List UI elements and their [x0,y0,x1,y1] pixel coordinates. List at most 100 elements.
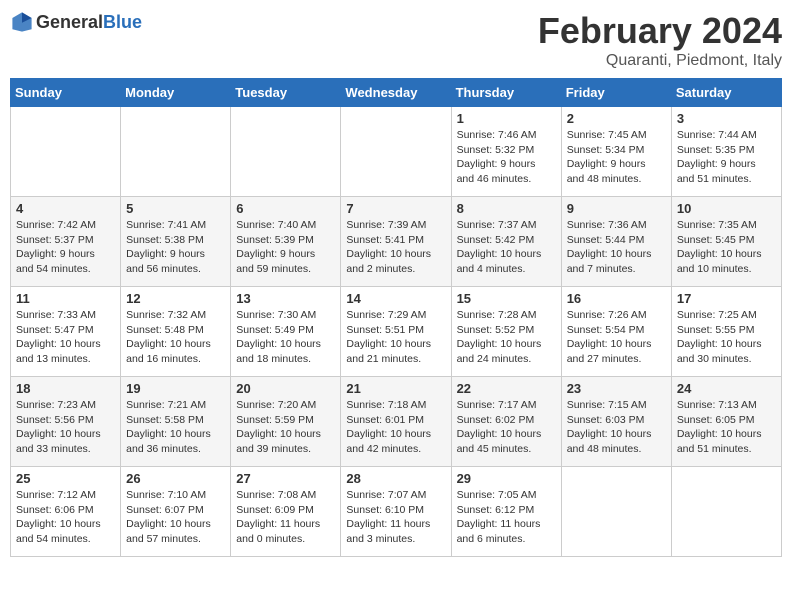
day-number: 25 [16,471,115,486]
calendar-cell: 5 Sunrise: 7:41 AM Sunset: 5:38 PM Daylig… [121,197,231,287]
day-info: Sunrise: 7:10 AM Sunset: 6:07 PM Dayligh… [126,488,225,547]
calendar-cell: 15 Sunrise: 7:28 AM Sunset: 5:52 PM Dayli… [451,287,561,377]
day-number: 24 [677,381,776,396]
day-number: 10 [677,201,776,216]
day-number: 19 [126,381,225,396]
calendar-cell: 25 Sunrise: 7:12 AM Sunset: 6:06 PM Dayli… [11,467,121,557]
calendar-cell: 8Sunrise: 7:37 AM Sunset: 5:42 PM Daylig… [451,197,561,287]
day-info: Sunrise: 7:05 AM Sunset: 6:12 PM Dayligh… [457,488,556,547]
day-number: 17 [677,291,776,306]
day-number: 13 [236,291,335,306]
day-number: 20 [236,381,335,396]
col-header-sunday: Sunday [11,79,121,107]
col-header-monday: Monday [121,79,231,107]
calendar-cell: 18 Sunrise: 7:23 AM Sunset: 5:56 PM Dayli… [11,377,121,467]
logo: GeneralBlue [10,10,142,34]
day-info: Sunrise: 7:44 AM Sunset: 5:35 PM Dayligh… [677,128,776,187]
col-header-friday: Friday [561,79,671,107]
col-header-thursday: Thursday [451,79,561,107]
day-number: 29 [457,471,556,486]
day-number: 2 [567,111,666,126]
day-info: Sunrise: 7:46 AM Sunset: 5:32 PM Dayligh… [457,128,556,187]
calendar-header-row: SundayMondayTuesdayWednesdayThursdayFrid… [11,79,782,107]
calendar-cell [231,107,341,197]
page-location: Quaranti, Piedmont, Italy [538,52,782,70]
calendar-cell: 21Sunrise: 7:18 AM Sunset: 6:01 PM Dayli… [341,377,451,467]
day-info: Sunrise: 7:41 AM Sunset: 5:38 PM Dayligh… [126,218,225,277]
logo-icon [10,10,34,34]
day-info: Sunrise: 7:26 AM Sunset: 5:54 PM Dayligh… [567,308,666,367]
day-number: 15 [457,291,556,306]
calendar-cell: 1 Sunrise: 7:46 AM Sunset: 5:32 PM Daylig… [451,107,561,197]
day-number: 5 [126,201,225,216]
day-number: 8 [457,201,556,216]
calendar-cell: 10Sunrise: 7:35 AM Sunset: 5:45 PM Dayli… [671,197,781,287]
calendar-week-row: 18 Sunrise: 7:23 AM Sunset: 5:56 PM Dayli… [11,377,782,467]
calendar-cell: 11 Sunrise: 7:33 AM Sunset: 5:47 PM Dayli… [11,287,121,377]
day-number: 16 [567,291,666,306]
day-info: Sunrise: 7:07 AM Sunset: 6:10 PM Dayligh… [346,488,445,547]
day-number: 22 [457,381,556,396]
calendar-week-row: 4Sunrise: 7:42 AM Sunset: 5:37 PM Daylig… [11,197,782,287]
day-info: Sunrise: 7:13 AM Sunset: 6:05 PM Dayligh… [677,398,776,457]
calendar-cell [121,107,231,197]
day-info: Sunrise: 7:36 AM Sunset: 5:44 PM Dayligh… [567,218,666,277]
day-info: Sunrise: 7:33 AM Sunset: 5:47 PM Dayligh… [16,308,115,367]
day-info: Sunrise: 7:30 AM Sunset: 5:49 PM Dayligh… [236,308,335,367]
day-number: 4 [16,201,115,216]
calendar-cell: 6 Sunrise: 7:40 AM Sunset: 5:39 PM Daylig… [231,197,341,287]
calendar-cell: 7Sunrise: 7:39 AM Sunset: 5:41 PM Daylig… [341,197,451,287]
page-header: GeneralBlue February 2024 Quaranti, Pied… [10,10,782,70]
day-info: Sunrise: 7:32 AM Sunset: 5:48 PM Dayligh… [126,308,225,367]
calendar-cell: 19 Sunrise: 7:21 AM Sunset: 5:58 PM Dayli… [121,377,231,467]
day-info: Sunrise: 7:39 AM Sunset: 5:41 PM Dayligh… [346,218,445,277]
calendar-cell: 23 Sunrise: 7:15 AM Sunset: 6:03 PM Dayli… [561,377,671,467]
day-number: 9 [567,201,666,216]
calendar-cell: 27 Sunrise: 7:08 AM Sunset: 6:09 PM Dayli… [231,467,341,557]
day-number: 21 [346,381,445,396]
day-number: 27 [236,471,335,486]
calendar-cell [561,467,671,557]
day-info: Sunrise: 7:08 AM Sunset: 6:09 PM Dayligh… [236,488,335,547]
calendar-cell: 29 Sunrise: 7:05 AM Sunset: 6:12 PM Dayli… [451,467,561,557]
calendar-cell: 24 Sunrise: 7:13 AM Sunset: 6:05 PM Dayli… [671,377,781,467]
calendar-cell: 12Sunrise: 7:32 AM Sunset: 5:48 PM Dayli… [121,287,231,377]
day-info: Sunrise: 7:12 AM Sunset: 6:06 PM Dayligh… [16,488,115,547]
calendar-cell: 3 Sunrise: 7:44 AM Sunset: 5:35 PM Daylig… [671,107,781,197]
col-header-saturday: Saturday [671,79,781,107]
day-number: 6 [236,201,335,216]
calendar-week-row: 11 Sunrise: 7:33 AM Sunset: 5:47 PM Dayli… [11,287,782,377]
calendar-cell [671,467,781,557]
day-info: Sunrise: 7:21 AM Sunset: 5:58 PM Dayligh… [126,398,225,457]
calendar-cell: 26Sunrise: 7:10 AM Sunset: 6:07 PM Dayli… [121,467,231,557]
calendar-cell: 28 Sunrise: 7:07 AM Sunset: 6:10 PM Dayli… [341,467,451,557]
day-number: 14 [346,291,445,306]
day-info: Sunrise: 7:45 AM Sunset: 5:34 PM Dayligh… [567,128,666,187]
day-info: Sunrise: 7:23 AM Sunset: 5:56 PM Dayligh… [16,398,115,457]
logo-general: General [36,12,103,32]
day-number: 23 [567,381,666,396]
day-number: 18 [16,381,115,396]
calendar-cell [341,107,451,197]
day-number: 3 [677,111,776,126]
calendar-cell: 22Sunrise: 7:17 AM Sunset: 6:02 PM Dayli… [451,377,561,467]
calendar-week-row: 1 Sunrise: 7:46 AM Sunset: 5:32 PM Daylig… [11,107,782,197]
day-number: 28 [346,471,445,486]
logo-blue: Blue [103,12,142,32]
calendar-cell: 20 Sunrise: 7:20 AM Sunset: 5:59 PM Dayli… [231,377,341,467]
day-number: 1 [457,111,556,126]
day-info: Sunrise: 7:20 AM Sunset: 5:59 PM Dayligh… [236,398,335,457]
day-number: 11 [16,291,115,306]
calendar-cell: 4Sunrise: 7:42 AM Sunset: 5:37 PM Daylig… [11,197,121,287]
calendar-cell: 14Sunrise: 7:29 AM Sunset: 5:51 PM Dayli… [341,287,451,377]
calendar-cell: 2 Sunrise: 7:45 AM Sunset: 5:34 PM Daylig… [561,107,671,197]
day-info: Sunrise: 7:25 AM Sunset: 5:55 PM Dayligh… [677,308,776,367]
page-title: February 2024 [538,10,782,52]
col-header-tuesday: Tuesday [231,79,341,107]
day-info: Sunrise: 7:40 AM Sunset: 5:39 PM Dayligh… [236,218,335,277]
calendar-cell: 9 Sunrise: 7:36 AM Sunset: 5:44 PM Daylig… [561,197,671,287]
calendar-table: SundayMondayTuesdayWednesdayThursdayFrid… [10,78,782,557]
day-info: Sunrise: 7:15 AM Sunset: 6:03 PM Dayligh… [567,398,666,457]
calendar-cell: 17 Sunrise: 7:25 AM Sunset: 5:55 PM Dayli… [671,287,781,377]
day-info: Sunrise: 7:28 AM Sunset: 5:52 PM Dayligh… [457,308,556,367]
